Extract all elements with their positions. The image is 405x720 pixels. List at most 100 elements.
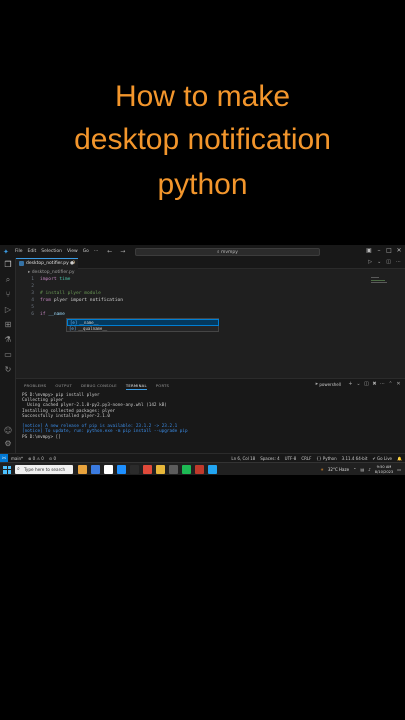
headline-line-2: desktop notification	[74, 123, 331, 156]
chevron-down-icon[interactable]: ⌄	[377, 259, 381, 265]
python-file-icon	[19, 261, 24, 266]
taskbar-app-icon[interactable]	[156, 465, 165, 474]
maximize-icon[interactable]: □	[385, 247, 393, 255]
settings-gear-icon[interactable]: ⚙	[3, 439, 13, 449]
line-ending[interactable]: CRLF	[301, 454, 311, 462]
search-icon[interactable]: ⌕	[3, 275, 13, 285]
unsaved-dot-icon[interactable]: ●	[70, 259, 74, 269]
pinned-apps	[78, 465, 221, 474]
terminal-shell-label[interactable]: powershell	[319, 382, 341, 387]
tab-desktop-notifier[interactable]: desktop_notifier.py 9 ●	[16, 258, 78, 269]
vscode-logo-icon: ✦	[3, 247, 9, 256]
tab-problems[interactable]: PROBLEMS	[24, 383, 46, 390]
git-branch[interactable]: main*	[11, 454, 23, 462]
menu-selection[interactable]: Selection	[41, 249, 62, 254]
split-editor-icon[interactable]: ◫	[386, 259, 391, 265]
activity-bar: ❐ ⌕ ⑂ ▷ ⊞ ⚗ ▭ ↻ ☺ ⚙	[0, 258, 16, 453]
trash-icon[interactable]: ✖	[372, 381, 377, 387]
testing-icon[interactable]: ⚗	[3, 335, 13, 345]
clock[interactable]: 9:50 AM 8/10/2023	[375, 465, 393, 475]
taskbar-app-icon[interactable]	[91, 465, 100, 474]
suggestion-item[interactable]: [e] __qualname__	[67, 326, 219, 333]
code-line: 6 if __name	[31, 312, 65, 317]
panel-actions: ▸ powershell + ⌄ ◫ ✖ ⋯ ⌃ ✕	[311, 381, 401, 387]
menu-more[interactable]: ···	[94, 249, 98, 254]
code-line: 4 from plyer import notification	[31, 298, 123, 303]
problems-count[interactable]: ⊗ 0 ⚠ 0	[28, 454, 44, 462]
split-terminal-icon[interactable]: ◫	[364, 381, 369, 387]
tab-label: desktop_notifier.py	[26, 261, 69, 266]
tab-output[interactable]: OUTPUT	[55, 383, 72, 390]
menu-go[interactable]: Go	[83, 249, 89, 254]
ports-count[interactable]: ⊙ 0	[49, 454, 56, 462]
close-panel-icon[interactable]: ✕	[396, 381, 401, 387]
taskbar-app-icon[interactable]	[117, 465, 126, 474]
cursor-position[interactable]: Ln 6, Col 18	[231, 454, 255, 462]
taskbar-app-icon[interactable]	[130, 465, 139, 474]
command-center-search[interactable]: ⌕ mvmpy	[135, 247, 320, 256]
remote-indicator-icon[interactable]: ⪥	[0, 454, 8, 462]
headline-line-3: python	[157, 168, 248, 201]
system-tray: ☀ 32°C Haze ⌃ ▤ ♪ 9:50 AM 8/10/2023 ▭	[316, 463, 401, 476]
indentation[interactable]: Spaces: 4	[260, 454, 279, 462]
code-line: 1 import time	[31, 277, 71, 282]
taskbar-app-icon[interactable]	[104, 465, 113, 474]
code-line: 3 # install plyer module	[31, 291, 101, 296]
tray-overflow-icon[interactable]: ⌃	[353, 467, 356, 472]
run-debug-icon[interactable]: ▷	[3, 305, 13, 315]
panel-tabs: PROBLEMS OUTPUT DEBUG CONSOLE TERMINAL P…	[24, 383, 178, 390]
editor-tabs: desktop_notifier.py 9 ● ▷ ⌄ ◫ ⋯	[16, 258, 405, 269]
new-terminal-icon[interactable]: +	[348, 381, 353, 387]
breadcrumb[interactable]: ▸ desktop_notifier.py	[28, 270, 75, 275]
explorer-icon[interactable]: ❐	[3, 260, 13, 270]
account-icon[interactable]: ☺	[3, 426, 13, 436]
tab-ports[interactable]: PORTS	[156, 383, 169, 390]
taskbar-app-icon[interactable]	[143, 465, 152, 474]
minimize-icon[interactable]: –	[375, 247, 383, 255]
terminal-output[interactable]: PS D:\mvmpy> pip install plyer Collectin…	[22, 393, 402, 440]
taskbar-app-icon[interactable]	[195, 465, 204, 474]
windows-taskbar: ⌕ Type here to search ☀ 32°C Haze ⌃ ▤ ♪ …	[0, 462, 405, 475]
python-interpreter[interactable]: 3.11.4 64-bit	[342, 454, 368, 462]
taskbar-app-icon[interactable]	[169, 465, 178, 474]
extensions-icon[interactable]: ⊞	[3, 320, 13, 330]
volume-icon[interactable]: ♪	[368, 467, 371, 472]
tab-debug-console[interactable]: DEBUG CONSOLE	[81, 383, 117, 390]
live-share-icon[interactable]: ↻	[3, 365, 13, 375]
taskbar-search-input[interactable]: ⌕ Type here to search	[15, 465, 73, 474]
maximize-panel-icon[interactable]: ⌃	[388, 381, 393, 387]
minimap[interactable]	[371, 277, 391, 287]
weather-icon: ☀	[320, 467, 324, 472]
tab-terminal[interactable]: TERMINAL	[125, 383, 147, 390]
encoding[interactable]: UTF-8	[285, 454, 297, 462]
bottom-panel: PROBLEMS OUTPUT DEBUG CONSOLE TERMINAL P…	[16, 378, 405, 453]
layout-icon[interactable]: ▣	[365, 247, 373, 255]
weather-text[interactable]: 32°C Haze	[328, 467, 349, 472]
more-actions-icon[interactable]: ⋯	[380, 381, 385, 387]
suggestion-item[interactable]: [e] __name__	[67, 319, 219, 326]
close-icon[interactable]: ✕	[395, 247, 403, 255]
notification-center-icon[interactable]: ▭	[397, 467, 401, 472]
taskbar-app-icon[interactable]	[208, 465, 217, 474]
menu-edit[interactable]: Edit	[28, 249, 37, 254]
more-actions-icon[interactable]: ⋯	[396, 259, 401, 265]
notifications-bell-icon[interactable]: 🔔	[397, 454, 402, 462]
taskbar-app-icon[interactable]	[78, 465, 87, 474]
back-arrow-icon[interactable]: ←	[107, 248, 112, 255]
forward-arrow-icon[interactable]: →	[120, 248, 125, 255]
status-bar: ⪥ main* ⊗ 0 ⚠ 0 ⊙ 0 Ln 6, Col 18 Spaces:…	[0, 453, 405, 462]
run-icon[interactable]: ▷	[368, 259, 372, 265]
go-live-button[interactable]: ✔ Go Live	[372, 454, 392, 462]
menu-file[interactable]: File	[15, 249, 23, 254]
menu-view[interactable]: View	[67, 249, 78, 254]
remote-explorer-icon[interactable]: ▭	[3, 350, 13, 360]
search-icon: ⌕	[17, 466, 20, 472]
windows-start-icon[interactable]	[3, 465, 11, 474]
source-control-icon[interactable]: ⑂	[3, 290, 13, 300]
taskbar-app-icon[interactable]	[182, 465, 191, 474]
headline-line-1: How to make	[114, 80, 291, 113]
language-mode[interactable]: {} Python	[316, 454, 336, 462]
chevron-down-icon[interactable]: ⌄	[356, 381, 361, 387]
network-icon[interactable]: ▤	[360, 467, 364, 472]
editor-actions: ▷ ⌄ ◫ ⋯	[363, 259, 401, 265]
